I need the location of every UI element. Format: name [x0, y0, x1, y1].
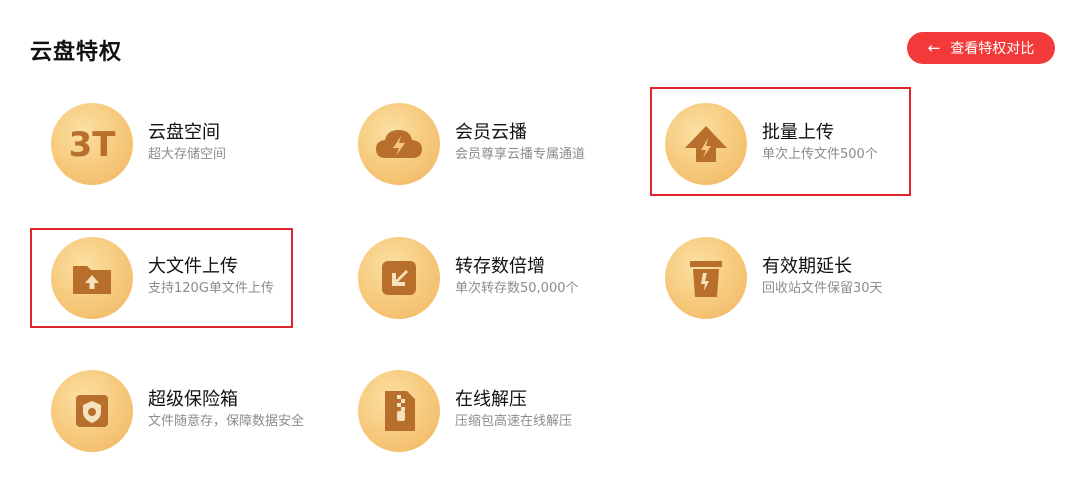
safe-box-icon	[51, 370, 133, 452]
feature-tile-safe-box[interactable]: 超级保险箱 文件随意存，保障数据安全	[30, 360, 320, 452]
feature-tile-transfer[interactable]: 转存数倍增 单次转存数50,000个	[337, 227, 627, 319]
svg-text:3T: 3T	[69, 125, 117, 164]
folder-upload-icon	[51, 237, 133, 319]
3t-storage-icon: 3T	[51, 103, 133, 185]
view-privilege-compare-button[interactable]: ← 查看特权对比	[907, 32, 1055, 64]
feature-name: 转存数倍增	[455, 256, 545, 277]
feature-desc: 压缩包高速在线解压	[455, 414, 573, 429]
feature-desc: 超大存储空间	[148, 147, 227, 162]
feature-desc: 单次上传文件500个	[762, 147, 878, 162]
feature-desc: 回收站文件保留30天	[762, 281, 883, 296]
feature-desc: 支持120G单文件上传	[148, 281, 274, 296]
feature-tile-space[interactable]: 3T 云盘空间 超大存储空间	[30, 93, 320, 185]
feature-tile-large-upload[interactable]: 大文件上传 支持120G单文件上传	[30, 227, 320, 319]
feature-name: 在线解压	[455, 389, 527, 410]
upload-arrow-icon	[665, 103, 747, 185]
cloud-lightning-icon	[358, 103, 440, 185]
recycle-bin-icon	[665, 237, 747, 319]
zip-file-icon	[358, 370, 440, 452]
feature-name: 超级保险箱	[148, 389, 238, 410]
feature-name: 有效期延长	[762, 256, 852, 277]
feature-tile-batch-upload[interactable]: 批量上传 单次上传文件500个	[644, 93, 934, 185]
feature-tile-validity[interactable]: 有效期延长 回收站文件保留30天	[644, 227, 934, 319]
feature-desc: 单次转存数50,000个	[455, 281, 579, 296]
feature-tile-unzip[interactable]: 在线解压 压缩包高速在线解压	[337, 360, 627, 452]
feature-name: 会员云播	[455, 122, 527, 143]
feature-tile-cloud-play[interactable]: 会员云播 会员尊享云播专属通道	[337, 93, 627, 185]
feature-name: 批量上传	[762, 122, 834, 143]
transfer-arrow-icon	[358, 237, 440, 319]
feature-name: 云盘空间	[148, 122, 220, 143]
feature-desc: 会员尊享云播专属通道	[455, 147, 586, 162]
page-title: 云盘特权	[30, 40, 123, 65]
feature-desc: 文件随意存，保障数据安全	[148, 414, 305, 429]
arrow-left-icon: ←	[927, 38, 941, 57]
compare-button-label: 查看特权对比	[950, 41, 1035, 57]
feature-name: 大文件上传	[148, 256, 238, 277]
